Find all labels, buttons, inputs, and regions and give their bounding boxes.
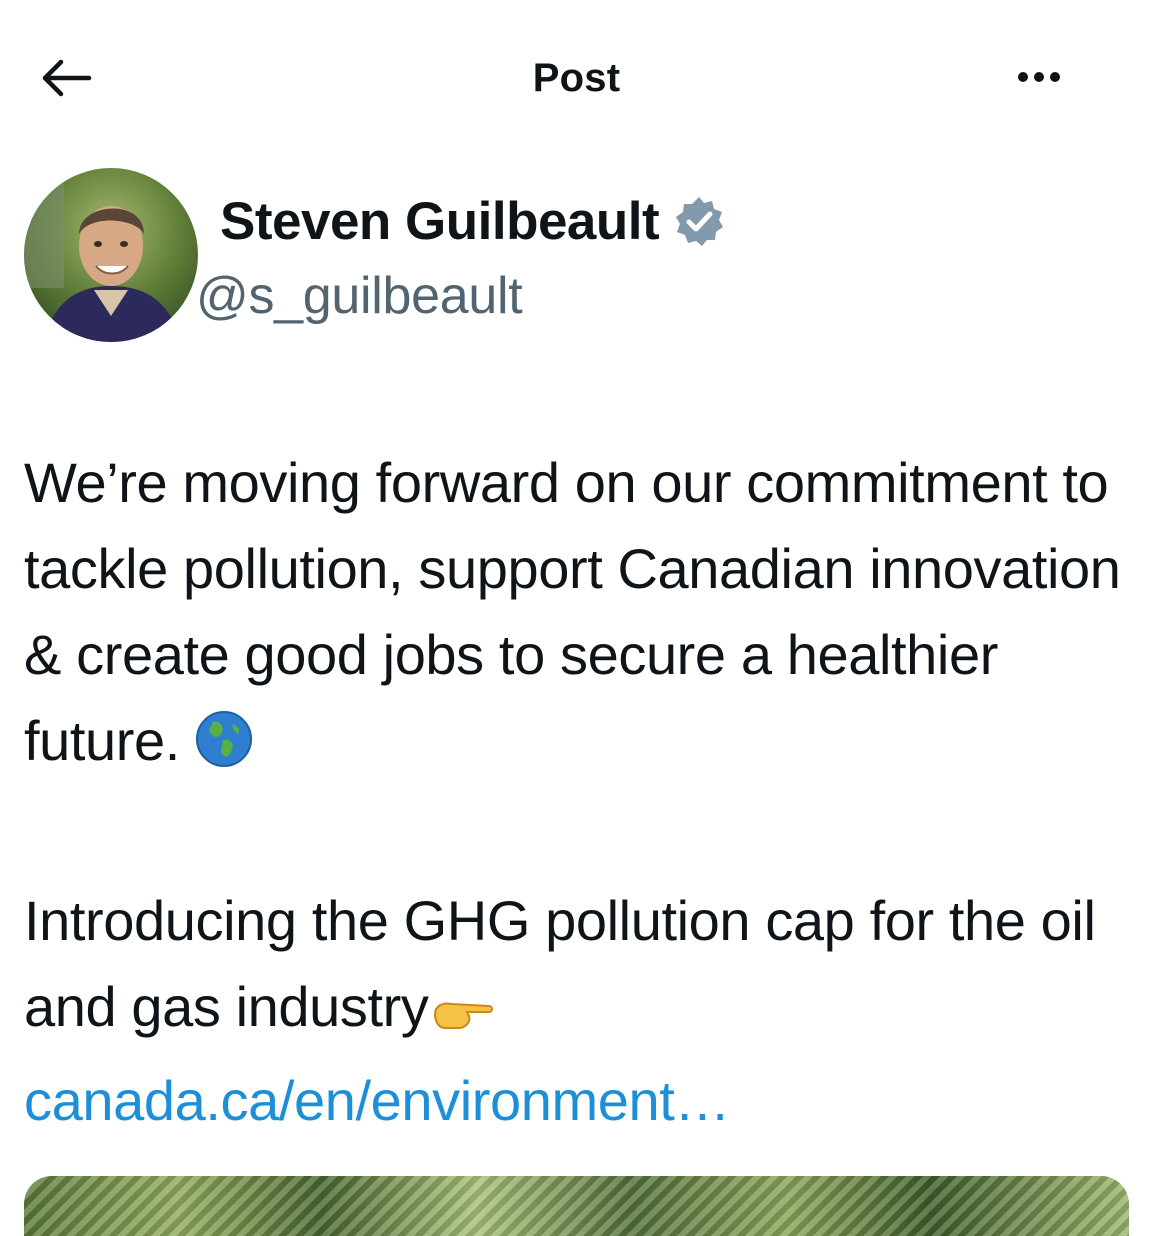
globe-icon [195, 706, 253, 792]
more-horizontal-icon [1015, 72, 1063, 82]
media-preview-image[interactable] [24, 1176, 1129, 1236]
post-paragraph-1: We’re moving forward on our commitment t… [24, 440, 1139, 792]
author-name-link[interactable]: Steven Guilbeault [220, 190, 725, 252]
post-link[interactable]: canada.ca/en/environment… [24, 1069, 730, 1132]
avatar[interactable] [24, 168, 198, 342]
pointing-hand-icon [429, 972, 495, 1058]
author-name: Steven Guilbeault [220, 191, 660, 251]
author-handle[interactable]: @s_guilbeault [196, 266, 523, 326]
avatar-image [24, 168, 198, 342]
top-bar: Post [0, 0, 1153, 150]
author-row: Steven Guilbeault [24, 168, 1124, 348]
more-options-button[interactable] [1004, 52, 1074, 102]
verified-badge-icon [676, 197, 724, 246]
post-paragraph-1-text: We’re moving forward on our commitment t… [24, 451, 1121, 772]
page-title: Post [532, 56, 621, 100]
post-text: We’re moving forward on our commitment t… [24, 440, 1139, 1144]
post-paragraph-2-text: Introducing the GHG pollution cap for th… [24, 889, 1096, 1038]
post-paragraph-2: Introducing the GHG pollution cap for th… [24, 878, 1139, 1144]
